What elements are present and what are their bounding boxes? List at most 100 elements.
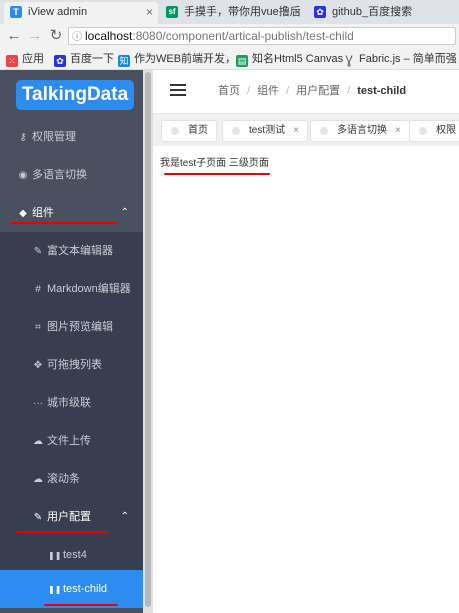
page-content: 我是test子页面 三级页面 bbox=[153, 146, 459, 613]
browser-tab-baidu[interactable]: ✿ github_百度搜索 bbox=[308, 2, 458, 24]
sidebar-item-scrollbar[interactable]: ☁ 滚动条 bbox=[0, 460, 143, 498]
bookmark-label: 知名Html5 Canvas bbox=[252, 53, 344, 65]
sidebar-item-rich-text-editor[interactable]: ✎ 富文本编辑器 bbox=[0, 232, 143, 270]
bookmark-label: Fabric.js – 简单而强 bbox=[359, 53, 457, 65]
browser-tab-sf[interactable]: sf 手摸手，带你用vue撸后 × bbox=[160, 2, 306, 24]
address-toolbar: ← → ↻ ⓘ localhost:8080/component/artical… bbox=[0, 24, 459, 48]
tag-permissions[interactable]: 权限 bbox=[409, 120, 459, 142]
bookmark-label: 作为WEB前端开发， bbox=[134, 53, 237, 65]
sidebar-item-file-upload[interactable]: ☁ 文件上传 bbox=[0, 422, 143, 460]
page-icon: ▤ bbox=[236, 55, 248, 67]
sidebar-item-i18n[interactable]: ◉ 多语言切换 bbox=[0, 156, 143, 194]
close-icon[interactable]: × bbox=[146, 2, 153, 22]
iview-favicon-icon: T bbox=[10, 6, 22, 18]
chevron-up-icon: ⌃ bbox=[120, 207, 129, 218]
close-icon[interactable]: × bbox=[395, 125, 401, 136]
annotation-underline bbox=[164, 173, 270, 175]
tab-title: github_百度搜索 bbox=[332, 6, 413, 18]
status-dot-icon bbox=[232, 127, 240, 135]
sidebar-item-label: 可拖拽列表 bbox=[47, 359, 102, 371]
sidebar-item-city-cascader[interactable]: ··· 城市级联 bbox=[0, 384, 143, 422]
url-host: localhost bbox=[85, 29, 133, 43]
tags-bar: 首页 test测试 × 多语言切换 × 权限 bbox=[153, 114, 459, 146]
sidebar-item-label: test4 bbox=[63, 549, 87, 561]
main-header: 首页 / 组件 / 用户配置 / test-child bbox=[153, 70, 459, 114]
chevron-up-icon: ⌃ bbox=[120, 511, 129, 522]
apps-icon: ⁙ bbox=[6, 55, 18, 67]
bookmark-label: 百度一下 bbox=[70, 53, 114, 65]
breadcrumb-item-user-config[interactable]: 用户配置 bbox=[296, 85, 340, 97]
globe-icon: ◉ bbox=[18, 170, 28, 181]
browser-tab-iview[interactable]: T iView admin × bbox=[4, 2, 158, 24]
address-bar[interactable]: ⓘ localhost:8080/component/artical-publi… bbox=[68, 27, 456, 45]
bookmarks-bar: ⁙ 应用 ✿ 百度一下 知作为WEB前端开发， ▤ 知名Html5 Canvas ƔF… bbox=[0, 48, 459, 70]
sidebar-scroll-thumb[interactable] bbox=[145, 72, 151, 607]
move-icon: ✥ bbox=[33, 360, 43, 371]
reload-icon[interactable]: ↻ bbox=[48, 28, 64, 44]
hash-icon: # bbox=[35, 284, 41, 295]
stack-icon: ◆ bbox=[19, 208, 27, 219]
sidebar-item-test4[interactable]: ❚❚ test4 bbox=[0, 536, 143, 574]
sidebar-item-label: 富文本编辑器 bbox=[47, 245, 113, 257]
crop-icon: ⌗ bbox=[35, 322, 41, 333]
breadcrumb-item-components[interactable]: 组件 bbox=[257, 85, 279, 97]
bookmark-canvas[interactable]: ▤ 知名Html5 Canvas bbox=[236, 52, 343, 67]
zhihu-icon: 知 bbox=[118, 55, 130, 67]
bookmark-zhihu[interactable]: 知作为WEB前端开发， bbox=[118, 52, 236, 67]
bookmark-fabric[interactable]: Ɣ Fabric.js – 简单而强 bbox=[343, 52, 457, 66]
baidu-favicon-icon: ✿ bbox=[314, 6, 326, 18]
sidebar-item-label: 组件 bbox=[32, 207, 54, 219]
more-icon: ··· bbox=[33, 398, 43, 409]
bookmark-apps[interactable]: ⁙ 应用 bbox=[6, 52, 44, 67]
status-dot-icon bbox=[320, 127, 328, 135]
sidebar-item-label: 城市级联 bbox=[47, 397, 91, 409]
breadcrumb-item-current: test-child bbox=[357, 85, 407, 97]
bookmark-label: 应用 bbox=[22, 53, 44, 65]
tag-label: 首页 bbox=[188, 125, 208, 136]
annotation-underline bbox=[10, 222, 117, 224]
sidebar-item-markdown-editor[interactable]: # Markdown编辑器 bbox=[0, 270, 143, 308]
tag-label: 多语言切换 bbox=[337, 125, 387, 136]
sidebar-item-permissions[interactable]: ⚷ 权限管理 bbox=[0, 118, 143, 156]
cloud-upload-icon: ☁ bbox=[33, 436, 43, 447]
sidebar-item-label: 权限管理 bbox=[32, 131, 76, 143]
sidebar-item-image-preview[interactable]: ⌗ 图片预览编辑 bbox=[0, 308, 143, 346]
menu-toggle-icon[interactable] bbox=[170, 84, 186, 97]
sidebar-item-label: 多语言切换 bbox=[32, 169, 87, 181]
info-icon[interactable]: ⓘ bbox=[72, 30, 82, 44]
edit-icon: ✎ bbox=[33, 246, 43, 257]
status-dot-icon bbox=[171, 127, 179, 135]
tag-label: 权限 bbox=[436, 125, 456, 136]
key-icon: ⚷ bbox=[19, 132, 27, 143]
annotation-underline bbox=[44, 604, 118, 606]
tab-title: iView admin bbox=[28, 6, 88, 18]
sidebar-item-test-child[interactable]: ❚❚ test-child bbox=[0, 570, 143, 608]
bookmark-baidu[interactable]: ✿ 百度一下 bbox=[54, 52, 114, 67]
sf-favicon-icon: sf bbox=[166, 6, 178, 18]
tag-i18n[interactable]: 多语言切换 × bbox=[310, 120, 410, 142]
sidebar-item-draggable-list[interactable]: ✥ 可拖拽列表 bbox=[0, 346, 143, 384]
sidebar-item-label: 滚动条 bbox=[47, 473, 80, 485]
close-icon[interactable]: × bbox=[293, 125, 299, 136]
forward-arrow-icon[interactable]: → bbox=[27, 28, 43, 44]
close-icon[interactable]: × bbox=[294, 2, 301, 22]
cloud-icon: ☁ bbox=[33, 474, 43, 485]
sidebar-item-label: 用户配置 bbox=[47, 511, 91, 523]
back-arrow-icon[interactable]: ← bbox=[6, 28, 22, 44]
annotation-underline bbox=[16, 531, 107, 533]
sidebar-item-label: Markdown编辑器 bbox=[47, 283, 131, 295]
page-text: 我是test子页面 三级页面 bbox=[160, 158, 269, 169]
sidebar-item-label: test-child bbox=[63, 583, 108, 595]
status-dot-icon bbox=[419, 127, 427, 135]
tag-test[interactable]: test测试 × bbox=[222, 120, 308, 142]
logo: TalkingData bbox=[16, 80, 134, 110]
breadcrumb-item-home[interactable]: 首页 bbox=[218, 85, 240, 97]
browser-tab-strip: T iView admin × sf 手摸手，带你用vue撸后 × ✿ gith… bbox=[0, 0, 459, 24]
sidebar-item-components[interactable]: ◆ 组件 ⌃ bbox=[0, 194, 143, 232]
fabric-icon: Ɣ bbox=[345, 53, 353, 67]
tag-home[interactable]: 首页 bbox=[161, 120, 217, 142]
breadcrumb: 首页 / 组件 / 用户配置 / test-child bbox=[218, 85, 407, 97]
tag-label: test测试 bbox=[249, 125, 286, 136]
sidebar-item-label: 文件上传 bbox=[47, 435, 91, 447]
sidebar-item-label: 图片预览编辑 bbox=[47, 321, 113, 333]
